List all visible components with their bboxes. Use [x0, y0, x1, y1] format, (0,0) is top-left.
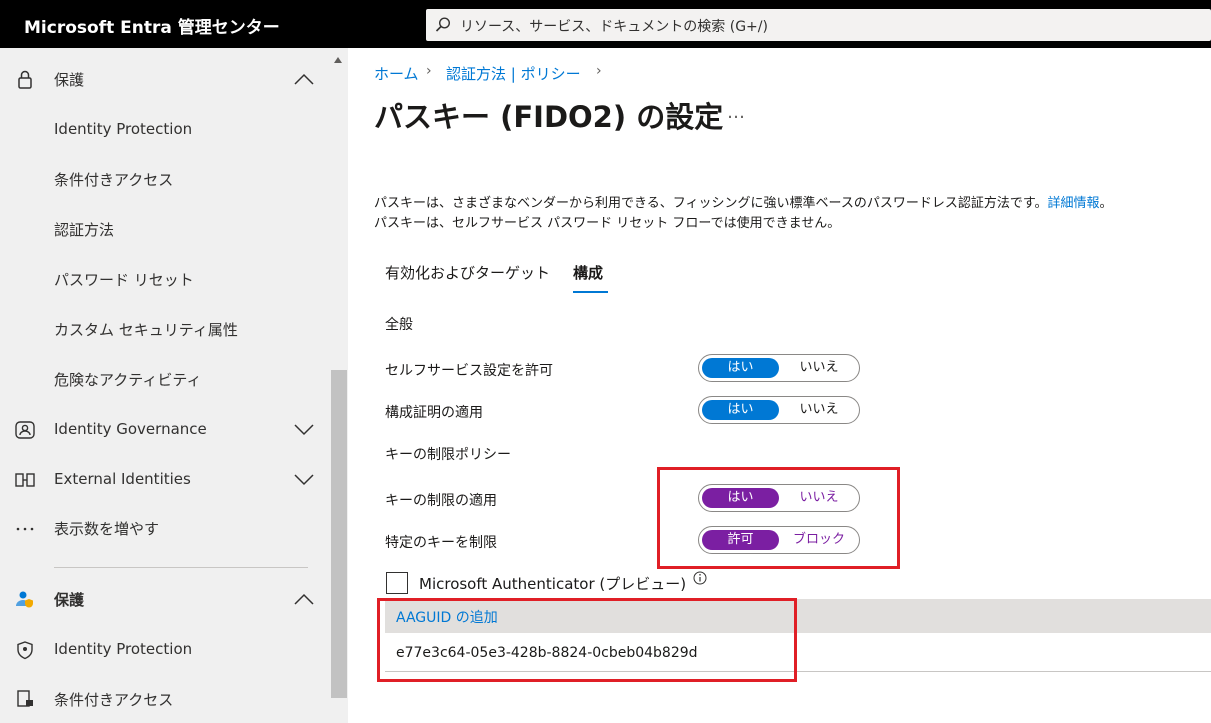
sidebar-item-risky-activities[interactable]: 危険なアクティビティ: [0, 357, 330, 401]
section-general: 全般: [385, 317, 413, 333]
breadcrumb-separator: ›: [426, 63, 432, 79]
sidebar-item-authentication-methods[interactable]: 認証方法: [0, 207, 330, 251]
sidebar-item-label: パスワード リセット: [54, 271, 194, 289]
sidebar-group-protection[interactable]: 保護: [0, 57, 330, 101]
authenticator-checkbox[interactable]: [386, 572, 408, 594]
search-placeholder: リソース、サービス、ドキュメントの検索 (G+/): [460, 19, 768, 35]
sidebar-show-more[interactable]: 表示数を増やす: [0, 506, 330, 550]
tab-configure[interactable]: 構成: [573, 262, 603, 283]
sidebar-item-identity-protection-2[interactable]: Identity Protection: [0, 628, 330, 672]
lock-icon: [18, 70, 32, 89]
sidebar-divider: [54, 567, 308, 568]
attestation-label: 構成証明の適用: [385, 405, 483, 421]
sidebar-item-label: 条件付きアクセス: [54, 691, 174, 709]
active-tab-indicator: [573, 291, 608, 293]
toggle-yes[interactable]: はい: [702, 400, 779, 420]
info-icon[interactable]: [693, 571, 707, 585]
sidebar-item-label: カスタム セキュリティ属性: [54, 321, 238, 339]
breadcrumb-auth-methods[interactable]: 認証方法 | ポリシー: [446, 63, 581, 84]
sidebar-item-conditional-access-2[interactable]: 条件付きアクセス: [0, 677, 330, 721]
self-service-label: セルフサービス設定を許可: [385, 363, 553, 379]
learn-more-link[interactable]: 詳細情報: [1048, 196, 1100, 211]
scroll-up-arrow-icon[interactable]: [333, 56, 343, 64]
user-shield-icon: [16, 591, 33, 608]
toggle-no[interactable]: いいえ: [783, 400, 855, 420]
description-line-1: パスキーは、さまざまなベンダーから利用できる、フィッシングに強い標準ベースのパス…: [374, 192, 1113, 211]
sidebar-group-label: 保護: [54, 71, 85, 89]
app-title[interactable]: Microsoft Entra 管理センター: [24, 13, 280, 38]
toggle-no[interactable]: いいえ: [783, 358, 855, 378]
tab-enable-and-target[interactable]: 有効化およびターゲット: [385, 262, 550, 283]
shield-icon: [17, 641, 33, 660]
breadcrumb-separator: ›: [596, 63, 602, 79]
search-icon: [435, 17, 451, 32]
description-text: パスキーは、さまざまなベンダーから利用できる、フィッシングに強い標準ベースのパス…: [374, 196, 1048, 211]
chevron-up-icon[interactable]: [294, 593, 314, 605]
sidebar-scrollbar-thumb[interactable]: [331, 370, 347, 698]
sidebar-item-identity-protection[interactable]: Identity Protection: [0, 108, 330, 152]
sidebar-item-password-reset[interactable]: パスワード リセット: [0, 257, 330, 301]
external-identities-icon: [15, 473, 35, 487]
enforce-restrictions-label: キーの制限の適用: [385, 493, 497, 509]
restrict-specific-keys-label: 特定のキーを制限: [385, 535, 497, 551]
sidebar-item-label: Identity Governance: [54, 420, 207, 438]
document-lock-icon: [17, 690, 33, 707]
sidebar-item-conditional-access[interactable]: 条件付きアクセス: [0, 157, 330, 201]
self-service-toggle[interactable]: はい いいえ: [698, 354, 860, 382]
chevron-up-icon[interactable]: [294, 73, 314, 85]
more-options-button[interactable]: …: [727, 102, 746, 123]
sidebar-item-external-identities[interactable]: External Identities: [0, 458, 330, 502]
sidebar-group-label: 保護: [54, 591, 85, 609]
page-title: パスキー (FIDO2) の設定: [374, 100, 724, 134]
sidebar-item-label: 認証方法: [54, 221, 115, 239]
section-key-restriction: キーの制限ポリシー: [385, 447, 511, 463]
sidebar-item-label: Identity Protection: [54, 640, 193, 658]
sidebar-item-identity-governance[interactable]: Identity Governance: [0, 408, 330, 452]
chevron-down-icon[interactable]: [294, 424, 314, 436]
sidebar-item-label: Identity Protection: [54, 120, 193, 138]
authenticator-checkbox-label[interactable]: Microsoft Authenticator (プレビュー): [419, 573, 686, 594]
sidebar-item-custom-security-attributes[interactable]: カスタム セキュリティ属性: [0, 307, 330, 351]
description-period: 。: [1099, 196, 1113, 211]
sidebar-item-label: External Identities: [54, 470, 191, 488]
sidebar-group-protection-2[interactable]: 保護: [0, 577, 330, 621]
sidebar-item-label: 危険なアクティビティ: [54, 371, 202, 389]
sidebar-item-label: 条件付きアクセス: [54, 171, 174, 189]
highlight-box-toggles: [657, 467, 900, 569]
ellipsis-icon: [16, 527, 34, 531]
top-bar: Microsoft Entra 管理センター リソース、サービス、ドキュメントの…: [0, 0, 1211, 48]
search-box[interactable]: リソース、サービス、ドキュメントの検索 (G+/): [426, 9, 1211, 41]
attestation-toggle[interactable]: はい いいえ: [698, 396, 860, 424]
toggle-yes[interactable]: はい: [702, 358, 779, 378]
chevron-down-icon[interactable]: [294, 474, 314, 486]
identity-governance-icon: [15, 421, 35, 439]
breadcrumb-home[interactable]: ホーム: [374, 63, 419, 84]
sidebar-item-label: 表示数を増やす: [54, 520, 160, 538]
highlight-box-aaguid: [377, 598, 797, 682]
description-line-2: パスキーは、セルフサービス パスワード リセット フローでは使用できません。: [374, 216, 841, 231]
